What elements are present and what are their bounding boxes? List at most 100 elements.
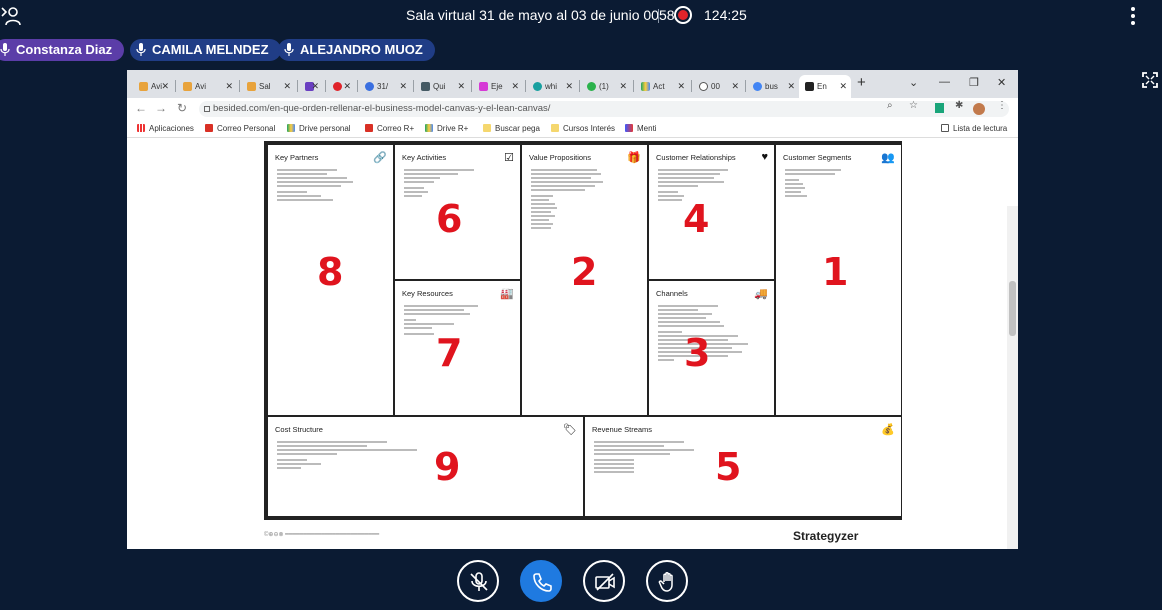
end-call-button[interactable] bbox=[520, 560, 562, 602]
close-tab-icon[interactable]: ✕ bbox=[511, 75, 519, 98]
drive-icon bbox=[425, 124, 433, 132]
moneybag-icon: 💰 bbox=[881, 424, 895, 436]
browser-tab[interactable]: 00 ✕ bbox=[693, 75, 743, 98]
checkbox-icon: ☑ bbox=[504, 152, 514, 164]
meeting-timer: 124:25 bbox=[704, 7, 747, 23]
browser-tab[interactable]: bus ✕ bbox=[747, 75, 799, 98]
new-tab-icon[interactable]: + bbox=[857, 74, 866, 91]
reading-list[interactable]: Lista de lectura bbox=[941, 124, 1007, 133]
close-tab-icon[interactable]: ✕ bbox=[565, 75, 573, 98]
key-activities-block: Key Activities ☑ 6 bbox=[394, 144, 521, 280]
minimize-icon[interactable]: — bbox=[939, 76, 950, 88]
close-tab-icon[interactable]: ✕ bbox=[839, 75, 847, 98]
browser-tab[interactable]: Act ✕ bbox=[635, 75, 689, 98]
browser-tab[interactable]: ✕ bbox=[299, 75, 323, 98]
order-number: 5 bbox=[715, 445, 742, 489]
avatar[interactable] bbox=[973, 103, 985, 115]
browser-tab[interactable]: Avi ✕ bbox=[177, 75, 237, 98]
close-tab-icon[interactable]: ✕ bbox=[283, 75, 291, 98]
browser-tabstrip: Avi ✕ Avi ✕ Sal ✕ ✕ ✕ 31/✕ Qui ✕ Eje ✕ whi ✕ (… bbox=[127, 70, 1018, 98]
w-icon bbox=[533, 82, 542, 92]
url-text: besided.com/en-que-orden-rellenar-el-bus… bbox=[213, 103, 551, 114]
bookmark-item[interactable]: Drive personal bbox=[287, 124, 351, 133]
close-window-icon[interactable]: ✕ bbox=[997, 76, 1006, 89]
maximize-icon[interactable]: ❐ bbox=[969, 76, 979, 89]
fullscreen-icon[interactable] bbox=[1142, 72, 1158, 88]
strategyzer-logo: Strategyzer bbox=[793, 529, 859, 543]
order-number: 2 bbox=[571, 250, 598, 294]
bookmark-item[interactable]: Correo Personal bbox=[205, 124, 275, 133]
close-tab-icon[interactable]: ✕ bbox=[677, 75, 685, 98]
business-model-canvas: Key Partners 🔗 8 Key Activities ☑ 6 Key … bbox=[264, 141, 902, 520]
browser-tab-active[interactable]: En ✕ bbox=[799, 75, 851, 98]
address-row: ← → ↻ besided.com/en-que-orden-rellenar-… bbox=[127, 98, 1018, 120]
order-number: 3 bbox=[684, 331, 711, 375]
camera-off-icon bbox=[595, 573, 615, 591]
gift-icon: 🎁 bbox=[627, 152, 641, 164]
close-tab-icon[interactable]: ✕ bbox=[457, 75, 465, 98]
quiz-icon bbox=[421, 82, 430, 92]
folder-icon bbox=[551, 124, 559, 132]
participant-name: CAMILA MELNDEZ bbox=[152, 42, 269, 57]
back-icon[interactable]: ← bbox=[135, 101, 147, 115]
browser-tab[interactable]: Qui ✕ bbox=[415, 75, 469, 98]
phone-icon bbox=[533, 573, 552, 592]
tab-search-icon[interactable]: ⌄ bbox=[909, 76, 918, 89]
heart-icon: ♥ bbox=[761, 151, 768, 163]
close-tab-icon[interactable]: ✕ bbox=[161, 75, 169, 98]
bookmark-item[interactable]: Aplicaciones bbox=[137, 124, 194, 133]
participant-chip[interactable]: Constanza Diaz bbox=[0, 39, 125, 61]
browser-tab[interactable]: whi ✕ bbox=[527, 75, 577, 98]
puzzle-icon[interactable]: ✱ bbox=[955, 100, 963, 111]
mute-mic-button[interactable] bbox=[457, 560, 499, 602]
bookmark-item[interactable]: Cursos Interés bbox=[551, 124, 615, 133]
participant-chip[interactable]: ALEJANDRO MUOZ bbox=[278, 39, 435, 61]
order-number: 8 bbox=[317, 250, 344, 294]
bookmark-item[interactable]: Menti bbox=[625, 124, 657, 133]
close-tab-icon[interactable]: ✕ bbox=[787, 75, 795, 98]
scrollbar-thumb[interactable] bbox=[1009, 281, 1016, 336]
user-icon[interactable] bbox=[0, 6, 22, 26]
check-icon bbox=[699, 82, 708, 92]
browser-tab[interactable]: Avi ✕ bbox=[133, 75, 173, 98]
camera-off-button[interactable] bbox=[583, 560, 625, 602]
bookmark-item[interactable]: Correo R+ bbox=[365, 124, 414, 133]
browser-tab[interactable]: 31/✕ bbox=[359, 75, 411, 98]
customer-segments-block: Customer Segments 👥 1 bbox=[775, 144, 902, 416]
close-tab-icon[interactable]: ✕ bbox=[619, 75, 627, 98]
browser-tab[interactable]: Eje ✕ bbox=[473, 75, 523, 98]
key-partners-block: Key Partners 🔗 8 bbox=[267, 144, 394, 416]
bookmark-item[interactable]: Buscar pega bbox=[483, 124, 540, 133]
lock-icon bbox=[204, 106, 210, 112]
raise-hand-button[interactable] bbox=[646, 560, 688, 602]
reload-icon[interactable]: ↻ bbox=[177, 101, 187, 115]
avi-icon bbox=[183, 82, 192, 92]
close-tab-icon[interactable]: ✕ bbox=[343, 75, 351, 98]
order-number: 1 bbox=[822, 250, 849, 294]
extension-icon[interactable] bbox=[935, 103, 944, 113]
mic-icon bbox=[136, 43, 146, 56]
close-tab-icon[interactable]: ✕ bbox=[731, 75, 739, 98]
cost-structure-block: Cost Structure 🏷 9 bbox=[267, 416, 584, 517]
vertical-scrollbar[interactable] bbox=[1007, 206, 1018, 549]
close-tab-icon[interactable]: ✕ bbox=[311, 75, 319, 98]
browser-tab[interactable]: (1) ✕ bbox=[581, 75, 631, 98]
apps-icon bbox=[137, 124, 145, 132]
browser-menu-icon[interactable]: ⋮ bbox=[997, 100, 1007, 111]
revenue-streams-block: Revenue Streams 💰 5 bbox=[584, 416, 902, 517]
more-options-icon[interactable] bbox=[1127, 6, 1139, 26]
gmail-icon bbox=[205, 124, 213, 132]
participant-name: ALEJANDRO MUOZ bbox=[300, 42, 423, 57]
star-icon[interactable]: ☆ bbox=[909, 100, 918, 111]
close-tab-icon[interactable]: ✕ bbox=[399, 75, 407, 98]
order-number: 6 bbox=[436, 197, 463, 241]
drive-icon bbox=[287, 124, 295, 132]
close-tab-icon[interactable]: ✕ bbox=[225, 75, 233, 98]
zoom-icon[interactable]: ⌕ bbox=[887, 100, 893, 111]
forward-icon[interactable]: → bbox=[155, 101, 167, 115]
browser-tab[interactable]: Sal ✕ bbox=[241, 75, 295, 98]
truck-icon: 🚚 bbox=[754, 288, 768, 300]
participant-chip[interactable]: CAMILA MELNDEZ bbox=[130, 39, 281, 61]
bookmark-item[interactable]: Drive R+ bbox=[425, 124, 468, 133]
browser-tab[interactable]: ✕ bbox=[327, 75, 355, 98]
